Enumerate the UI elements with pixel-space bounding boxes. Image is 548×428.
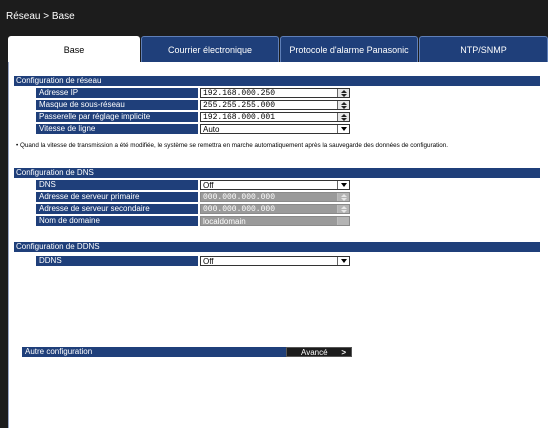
chevron-down-icon[interactable]: [337, 257, 349, 265]
domain-name-value: localdomain: [203, 217, 246, 226]
default-gateway-spinner-icon[interactable]: [337, 113, 349, 121]
dns-value: Off: [203, 181, 214, 190]
chevron-right-icon: >: [341, 348, 346, 357]
ddns-value: Off: [203, 257, 214, 266]
line-speed-select[interactable]: Auto: [200, 124, 350, 134]
secondary-server-value: 000.000.000.000: [203, 205, 276, 214]
advanced-button-label: Avancé: [301, 348, 328, 357]
breadcrumb: Réseau > Base: [0, 0, 548, 30]
primary-server-label: Adresse de serveur primaire: [36, 192, 198, 202]
domain-name-keyboard-icon: [337, 217, 349, 225]
primary-server-value: 000.000.000.000: [203, 193, 276, 202]
dns-select[interactable]: Off: [200, 180, 350, 190]
default-gateway-field[interactable]: 192.168.000.001: [200, 112, 350, 122]
ip-address-value: 192.168.000.250: [203, 89, 276, 98]
subnet-mask-value: 255.255.255.000: [203, 101, 276, 110]
ddns-select[interactable]: Off: [200, 256, 350, 266]
advanced-button[interactable]: Avancé >: [286, 347, 352, 357]
line-speed-value: Auto: [203, 125, 220, 134]
other-config-label: Autre configuration: [22, 347, 286, 357]
default-gateway-label: Passerelle par réglage implicite: [36, 112, 198, 122]
dns-label: DNS: [36, 180, 198, 190]
tab-panasonic-alarm[interactable]: Protocole d'alarme Panasonic: [280, 36, 418, 62]
ip-address-label: Adresse IP: [36, 88, 198, 98]
subnet-mask-field[interactable]: 255.255.255.000: [200, 100, 350, 110]
secondary-server-field: 000.000.000.000: [200, 204, 350, 214]
primary-server-spinner-icon: [337, 193, 349, 201]
subnet-mask-spinner-icon[interactable]: [337, 101, 349, 109]
ip-address-spinner-icon[interactable]: [337, 89, 349, 97]
restart-note: • Quand la vitesse de transmission a été…: [16, 142, 449, 149]
line-speed-label: Vitesse de ligne: [36, 124, 198, 134]
ddns-label: DDNS: [36, 256, 198, 266]
ip-address-field[interactable]: 192.168.000.250: [200, 88, 350, 98]
chevron-down-icon[interactable]: [337, 125, 349, 133]
breadcrumb-text: Réseau > Base: [6, 11, 75, 22]
network-section-header: Configuration de réseau: [14, 76, 540, 86]
chevron-down-icon[interactable]: [337, 181, 349, 189]
tab-bar: Base Courrier électronique Protocole d'a…: [8, 36, 548, 64]
tab-ntp-snmp[interactable]: NTP/SNMP: [419, 36, 548, 62]
subnet-mask-label: Masque de sous-réseau: [36, 100, 198, 110]
default-gateway-value: 192.168.000.001: [203, 113, 276, 122]
tab-email[interactable]: Courrier électronique: [141, 36, 279, 62]
domain-name-label: Nom de domaine: [36, 216, 198, 226]
dns-section-header: Configuration de DNS: [14, 168, 540, 178]
primary-server-field: 000.000.000.000: [200, 192, 350, 202]
tab-base[interactable]: Base: [8, 36, 140, 64]
domain-name-field: localdomain: [200, 216, 350, 226]
secondary-server-label: Adresse de serveur secondaire: [36, 204, 198, 214]
ddns-section-header: Configuration de DDNS: [14, 242, 540, 252]
secondary-server-spinner-icon: [337, 205, 349, 213]
